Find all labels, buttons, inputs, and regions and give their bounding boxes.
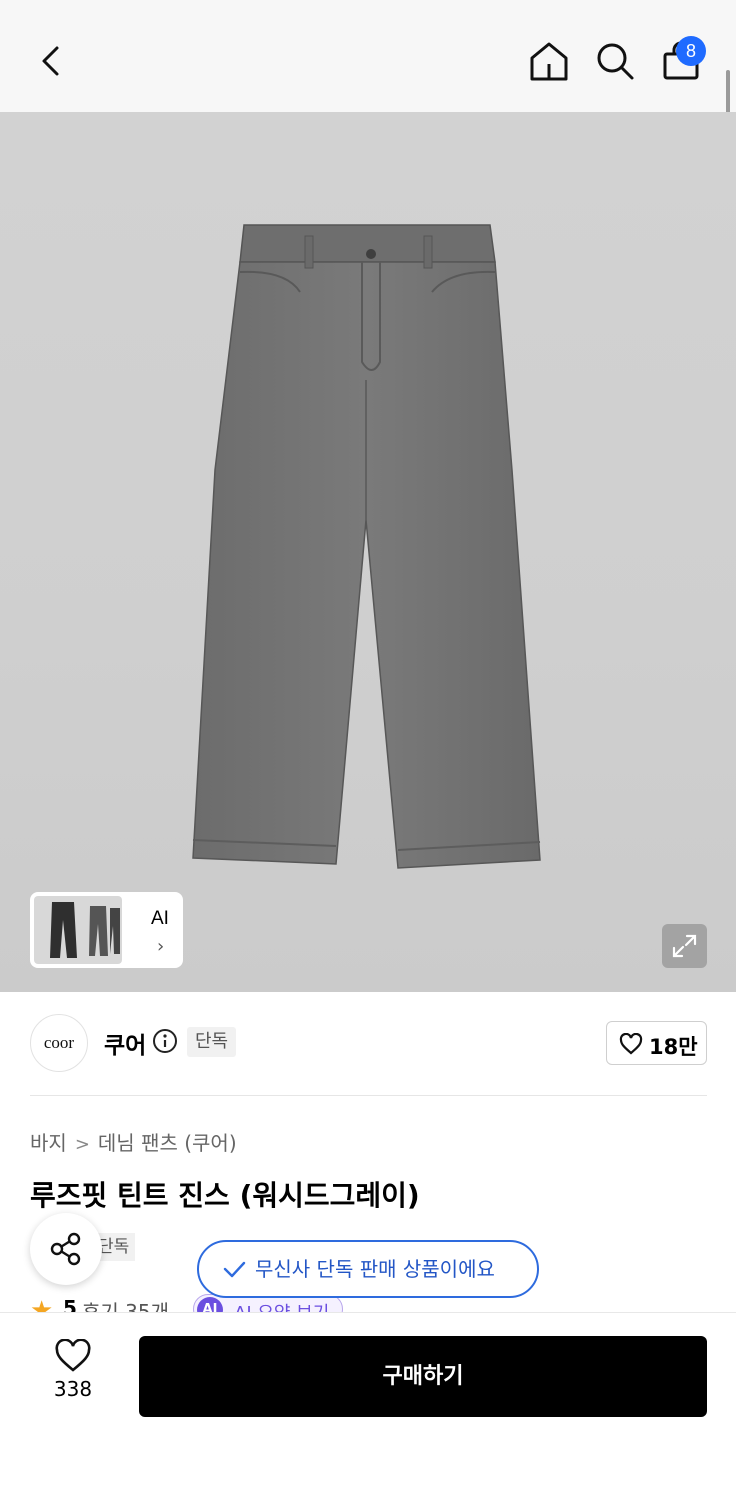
brand-name[interactable]: 쿠어	[104, 1026, 146, 1060]
bottom-action-bar: 338 구매하기	[0, 1312, 736, 1500]
product-jeans-image	[192, 224, 541, 869]
chevron-left-icon	[42, 46, 59, 76]
toast-text: 무신사 단독 판매 상품이에요	[255, 1257, 495, 1281]
heart-icon	[619, 1033, 643, 1055]
product-title: 루즈핏 틴트 진스 (워시드그레이)	[30, 1179, 420, 1212]
wishlist-count: 338	[53, 1377, 93, 1401]
breadcrumb: 바지 > 데님 팬츠 (쿠어)	[30, 1127, 237, 1156]
chevron-right-icon: ›	[157, 936, 165, 957]
chevron-right-icon: >	[74, 1134, 90, 1155]
back-button[interactable]	[30, 40, 74, 84]
search-button[interactable]	[592, 38, 638, 84]
divider	[30, 1095, 707, 1096]
home-icon	[530, 42, 568, 81]
search-icon	[597, 43, 634, 80]
share-button[interactable]	[30, 1213, 102, 1285]
info-icon[interactable]	[152, 1028, 178, 1054]
heart-icon	[55, 1339, 91, 1372]
brand-like-count: 18만	[649, 1035, 698, 1059]
exclusive-toast: 무신사 단독 판매 상품이에요	[197, 1240, 539, 1298]
expand-image-button[interactable]	[662, 924, 707, 968]
expand-icon	[672, 934, 697, 958]
thumbnail-image	[34, 896, 122, 964]
ai-label: AI	[151, 908, 169, 929]
share-icon	[50, 1232, 81, 1266]
brand-like-button[interactable]: 18만	[606, 1021, 707, 1065]
wishlist-button[interactable]: 338	[40, 1339, 106, 1411]
top-app-bar: 8	[0, 0, 736, 112]
product-image-gallery[interactable]: AI ›	[0, 112, 736, 992]
exclusive-tag: 단독	[187, 1027, 237, 1057]
check-icon	[221, 1242, 247, 1316]
brand-logo[interactable]: coor	[30, 1014, 88, 1072]
breadcrumb-item[interactable]: 데님 팬츠 (쿠어)	[98, 1131, 237, 1155]
cart-count-badge: 8	[676, 36, 706, 66]
breadcrumb-item[interactable]: 바지	[30, 1131, 67, 1155]
buy-button[interactable]: 구매하기	[139, 1336, 707, 1417]
home-button[interactable]	[526, 38, 572, 84]
ai-thumbnail-card[interactable]: AI ›	[30, 892, 183, 968]
